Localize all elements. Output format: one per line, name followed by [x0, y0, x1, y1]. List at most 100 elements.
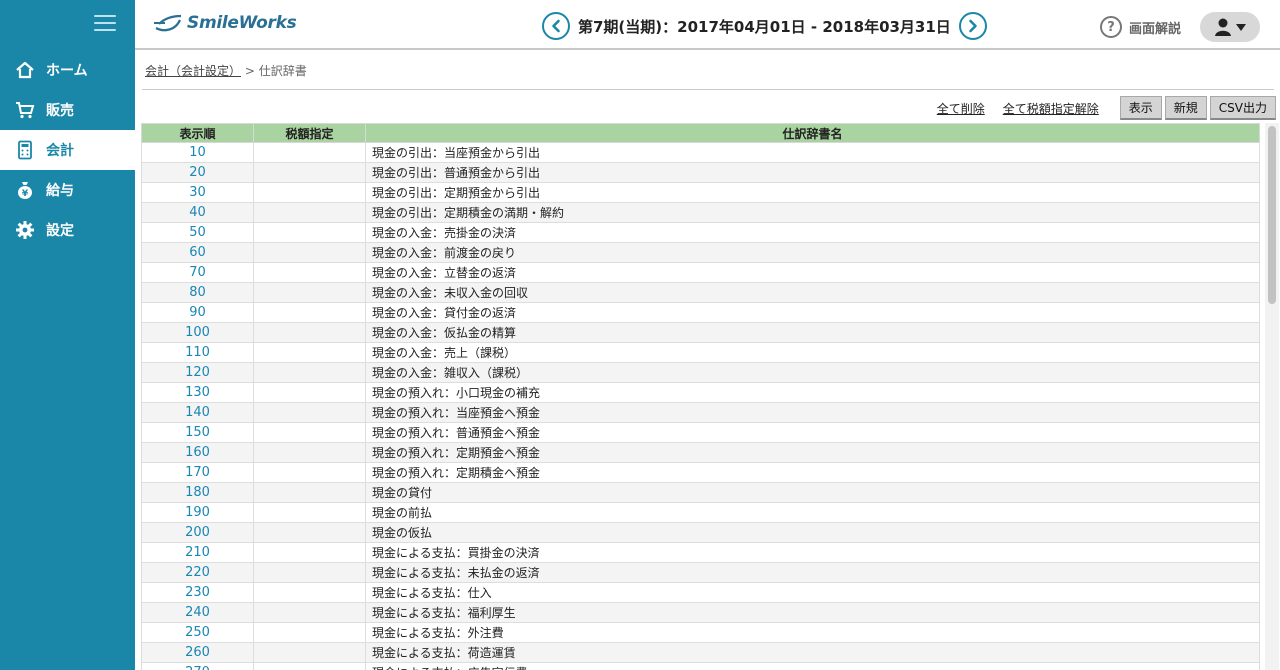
order-cell[interactable]: 20 — [141, 162, 254, 183]
table-row[interactable]: 130 現金の預入れ：小口現金の補充 — [141, 382, 1260, 403]
table-row[interactable]: 190 現金の前払 — [141, 502, 1260, 523]
table-row[interactable]: 260 現金による支払：荷造運賃 — [141, 642, 1260, 663]
help-label: 画面解説 — [1129, 21, 1182, 37]
order-cell[interactable]: 30 — [141, 182, 254, 203]
sidebar-item-payroll[interactable]: ¥ 給与 — [0, 170, 135, 210]
gear-icon — [15, 220, 35, 240]
table-row[interactable]: 90 現金の入金：貸付金の返済 — [141, 302, 1260, 323]
logo[interactable]: SmileWorks — [153, 12, 297, 34]
table-row[interactable]: 60 現金の入金：前渡金の戻り — [141, 242, 1260, 263]
order-cell[interactable]: 200 — [141, 522, 254, 543]
sidebar-item-label: 会計 — [46, 143, 74, 159]
tax-cell — [253, 662, 366, 670]
name-cell: 現金の引出：当座預金から引出 — [365, 142, 1260, 163]
sidebar-item-settings[interactable]: 設定 — [0, 210, 135, 250]
user-menu-button[interactable] — [1200, 12, 1260, 42]
tax-cell — [253, 422, 366, 443]
scroll-thumb[interactable] — [1268, 126, 1276, 304]
tax-cell — [253, 282, 366, 303]
next-period-button[interactable] — [958, 12, 987, 40]
table-row[interactable]: 180 現金の貸付 — [141, 482, 1260, 503]
csv-export-button[interactable]: CSV出力 — [1209, 96, 1276, 120]
order-cell[interactable]: 230 — [141, 582, 254, 603]
logo-mark-icon — [154, 14, 182, 32]
table-row[interactable]: 120 現金の入金：雑収入（課税） — [141, 362, 1260, 383]
table-row[interactable]: 140 現金の預入れ：当座預金へ預金 — [141, 402, 1260, 423]
order-cell[interactable]: 100 — [141, 322, 254, 343]
order-cell[interactable]: 10 — [141, 142, 254, 163]
table-row[interactable]: 250 現金による支払：外注費 — [141, 622, 1260, 643]
name-cell: 現金の入金：立替金の返済 — [365, 262, 1260, 283]
table-row[interactable]: 110 現金の入金：売上（課税） — [141, 342, 1260, 363]
name-cell: 現金の預入れ：当座預金へ預金 — [365, 402, 1260, 423]
table-row[interactable]: 20 現金の引出：普通預金から引出 — [141, 162, 1260, 183]
table-row[interactable]: 70 現金の入金：立替金の返済 — [141, 262, 1260, 283]
order-cell[interactable]: 90 — [141, 302, 254, 323]
order-cell[interactable]: 160 — [141, 442, 254, 463]
clear-tax-link[interactable]: 全て税額指定解除 — [1003, 100, 1099, 117]
table-row[interactable]: 100 現金の入金：仮払金の精算 — [141, 322, 1260, 343]
table-row[interactable]: 150 現金の預入れ：普通預金へ預金 — [141, 422, 1260, 443]
order-cell[interactable]: 210 — [141, 542, 254, 563]
table-row[interactable]: 40 現金の引出：定期積金の満期・解約 — [141, 202, 1260, 223]
name-cell: 現金の貸付 — [365, 482, 1260, 503]
name-cell: 現金の入金：前渡金の戻り — [365, 242, 1260, 263]
name-cell: 現金による支払：未払金の返済 — [365, 562, 1260, 583]
breadcrumb-separator: > — [244, 64, 255, 78]
table-row[interactable]: 170 現金の預入れ：定期積金へ預金 — [141, 462, 1260, 483]
sidebar-item-sales[interactable]: 販売 — [0, 90, 135, 130]
order-cell[interactable]: 240 — [141, 602, 254, 623]
order-cell[interactable]: 50 — [141, 222, 254, 243]
cart-icon — [15, 100, 35, 120]
order-cell[interactable]: 170 — [141, 462, 254, 483]
order-cell[interactable]: 120 — [141, 362, 254, 383]
home-icon — [15, 60, 35, 80]
order-cell[interactable]: 220 — [141, 562, 254, 583]
column-header-name[interactable]: 仕訳辞書名 — [365, 123, 1260, 143]
show-button[interactable]: 表示 — [1119, 96, 1162, 120]
table-row[interactable]: 220 現金による支払：未払金の返済 — [141, 562, 1260, 583]
order-cell[interactable]: 270 — [141, 662, 254, 670]
table-row[interactable]: 30 現金の引出：定期預金から引出 — [141, 182, 1260, 203]
sidebar-item-home[interactable]: ホーム — [0, 50, 135, 90]
sidebar-item-accounting[interactable]: 会計 — [0, 130, 135, 170]
table-row[interactable]: 240 現金による支払：福利厚生 — [141, 602, 1260, 623]
order-cell[interactable]: 130 — [141, 382, 254, 403]
table-row[interactable]: 230 現金による支払：仕入 — [141, 582, 1260, 603]
menu-toggle-icon[interactable] — [94, 15, 116, 35]
table-row[interactable]: 210 現金による支払：買掛金の決済 — [141, 542, 1260, 563]
sidebar-item-label: ホーム — [46, 63, 88, 79]
order-cell[interactable]: 180 — [141, 482, 254, 503]
order-cell[interactable]: 40 — [141, 202, 254, 223]
order-cell[interactable]: 250 — [141, 622, 254, 643]
name-cell: 現金の入金：雑収入（課税） — [365, 362, 1260, 383]
order-cell[interactable]: 60 — [141, 242, 254, 263]
column-header-order[interactable]: 表示順 — [141, 123, 254, 143]
column-header-tax[interactable]: 税額指定 — [253, 123, 366, 143]
breadcrumb-parent-link[interactable]: 会計（会計設定） — [145, 64, 241, 78]
table-row[interactable]: 160 現金の預入れ：定期預金へ預金 — [141, 442, 1260, 463]
sidebar: ホーム 販売 会計 ¥ 給与 設定 — [0, 0, 135, 670]
vertical-scrollbar[interactable] — [1265, 123, 1279, 670]
order-cell[interactable]: 110 — [141, 342, 254, 363]
previous-period-button[interactable] — [542, 12, 570, 40]
tax-cell — [253, 622, 366, 643]
order-cell[interactable]: 190 — [141, 502, 254, 523]
order-cell[interactable]: 70 — [141, 262, 254, 283]
table-row[interactable]: 200 現金の仮払 — [141, 522, 1260, 543]
table-row[interactable]: 10 現金の引出：当座預金から引出 — [141, 142, 1260, 163]
order-cell[interactable]: 260 — [141, 642, 254, 663]
tax-cell — [253, 582, 366, 603]
table-row[interactable]: 50 現金の入金：売掛金の決済 — [141, 222, 1260, 243]
new-button[interactable]: 新規 — [1164, 96, 1207, 120]
table-row[interactable]: 80 現金の入金：未収入金の回収 — [141, 282, 1260, 303]
table-row[interactable]: 270 現金による支払：広告宣伝費 — [141, 662, 1260, 670]
top-header: SmileWorks 第7期(当期)：2017年04月01日 - 2018年03… — [135, 0, 1280, 50]
help-button[interactable]: ? 画面解説 — [1100, 16, 1181, 38]
name-cell: 現金の入金：売上（課税） — [365, 342, 1260, 363]
tax-cell — [253, 302, 366, 323]
delete-all-link[interactable]: 全て削除 — [937, 100, 985, 117]
order-cell[interactable]: 80 — [141, 282, 254, 303]
order-cell[interactable]: 150 — [141, 422, 254, 443]
order-cell[interactable]: 140 — [141, 402, 254, 423]
